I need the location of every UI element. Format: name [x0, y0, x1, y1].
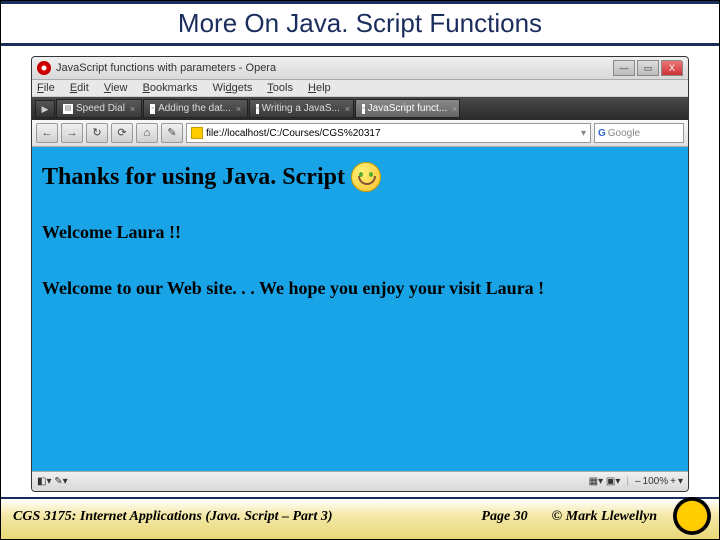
tab-js-functions[interactable]: ▫ JavaScript funct... × [355, 99, 460, 118]
status-right: ▦▾ ▣▾ | – 100% + ▾ [589, 476, 683, 487]
address-bar[interactable]: file://localhost/C:/Courses/CGS%20317 ▾ [186, 123, 591, 143]
slide-title-bar: More On Java. Script Functions [1, 1, 719, 46]
status-bar: ◧▾ ✎▾ ▦▾ ▣▾ | – 100% + ▾ [32, 471, 688, 491]
close-button[interactable]: X [661, 60, 683, 76]
file-icon [191, 127, 203, 139]
panel-toggle-button[interactable]: ▶ [35, 100, 55, 118]
page-heading: Thanks for using Java. Script [42, 162, 678, 192]
separator: | [626, 476, 629, 487]
speed-dial-icon: ▤ [63, 104, 73, 114]
course-label: CGS 3175: Internet Applications (Java. S… [13, 509, 457, 525]
tab-label: Writing a JavaS... [262, 103, 340, 114]
tab-close-icon[interactable]: × [236, 104, 241, 114]
page-icon: ▫ [150, 104, 155, 114]
tab-bar: ▶ ▤ Speed Dial × ▫ Adding the dat... × ▫… [32, 97, 688, 120]
home-button[interactable]: ⌂ [136, 123, 158, 143]
menu-file[interactable]: File [37, 82, 55, 94]
zoom-in-button[interactable]: + [670, 476, 676, 487]
page-icon: ▫ [256, 104, 258, 114]
menu-edit[interactable]: Edit [70, 82, 89, 94]
google-icon: G [598, 128, 606, 139]
minimize-button[interactable]: — [613, 60, 635, 76]
address-text: file://localhost/C:/Courses/CGS%20317 [206, 128, 381, 139]
dropdown-icon[interactable]: ▾ [581, 128, 586, 139]
tab-label: Adding the dat... [158, 103, 231, 114]
zoom-control: – 100% + ▾ [635, 476, 683, 487]
zoom-dropdown[interactable]: ▾ [678, 476, 683, 487]
opera-browser-window: JavaScript functions with parameters - O… [31, 56, 689, 492]
reload-button[interactable]: ↻ [86, 123, 108, 143]
tab-close-icon[interactable]: × [345, 104, 350, 114]
menu-view[interactable]: View [104, 82, 128, 94]
tab-label: JavaScript funct... [368, 103, 447, 114]
menu-bar: File Edit View Bookmarks Widgets Tools H… [32, 80, 688, 97]
menu-widgets[interactable]: Widgets [213, 82, 253, 94]
tab-speed-dial[interactable]: ▤ Speed Dial × [56, 99, 142, 118]
slide-footer: CGS 3175: Internet Applications (Java. S… [1, 497, 719, 539]
heading-text: Thanks for using Java. Script [42, 164, 345, 191]
ucf-logo [673, 497, 711, 535]
page-number: Page 30 [481, 509, 527, 525]
tab-close-icon[interactable]: × [130, 104, 135, 114]
tab-adding-data[interactable]: ▫ Adding the dat... × [143, 99, 248, 118]
zoom-out-button[interactable]: – [635, 476, 641, 487]
search-placeholder: Google [608, 128, 640, 139]
search-box[interactable]: G Google [594, 123, 684, 143]
copyright: © Mark Llewellyn [552, 509, 657, 525]
menu-bookmarks[interactable]: Bookmarks [143, 82, 198, 94]
menu-tools[interactable]: Tools [267, 82, 293, 94]
forward-button[interactable]: → [61, 123, 83, 143]
status-view-controls[interactable]: ▦▾ ▣▾ [589, 476, 621, 487]
navigation-toolbar: ← → ↻ ⟳ ⌂ ✎ file://localhost/C:/Courses/… [32, 120, 688, 147]
welcome-line-2: Welcome to our Web site. . . We hope you… [42, 278, 678, 299]
browser-screenshot-area: JavaScript functions with parameters - O… [1, 46, 719, 497]
welcome-line-1: Welcome Laura !! [42, 222, 678, 243]
opera-icon [37, 61, 51, 75]
maximize-button[interactable]: ▭ [637, 60, 659, 76]
slide: More On Java. Script Functions JavaScrip… [0, 0, 720, 540]
slide-title: More On Java. Script Functions [1, 8, 719, 39]
window-titlebar[interactable]: JavaScript functions with parameters - O… [32, 57, 688, 80]
wand-button[interactable]: ✎ [161, 123, 183, 143]
tab-close-icon[interactable]: × [452, 104, 457, 114]
window-buttons: — ▭ X [613, 60, 683, 76]
smiley-icon [351, 162, 381, 192]
stop-button[interactable]: ⟳ [111, 123, 133, 143]
status-left-controls[interactable]: ◧▾ ✎▾ [37, 476, 68, 487]
page-icon: ▫ [362, 104, 364, 114]
page-content: Thanks for using Java. Script Welcome La… [32, 147, 688, 471]
tab-label: Speed Dial [76, 103, 125, 114]
menu-help[interactable]: Help [308, 82, 331, 94]
zoom-level: 100% [643, 476, 669, 487]
window-title-text: JavaScript functions with parameters - O… [56, 62, 276, 74]
back-button[interactable]: ← [36, 123, 58, 143]
tab-writing-js[interactable]: ▫ Writing a JavaS... × [249, 99, 354, 118]
